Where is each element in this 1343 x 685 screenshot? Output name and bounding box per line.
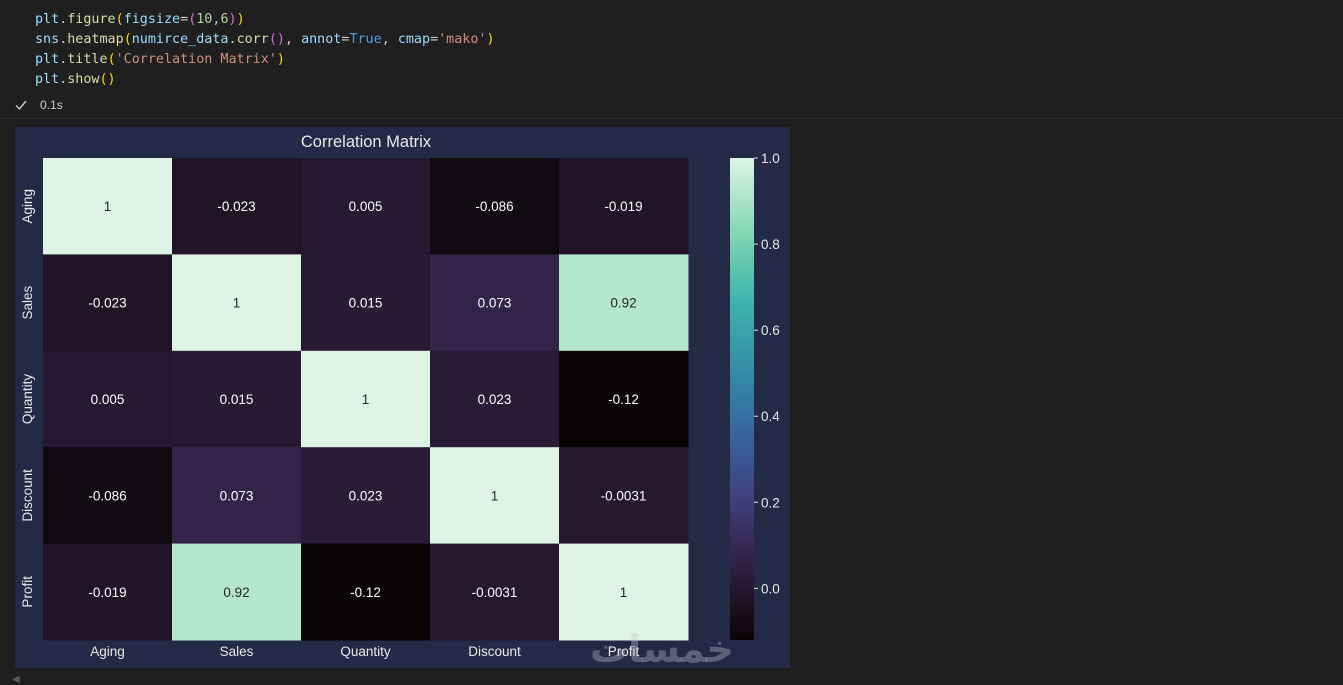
y-tick-label: Quantity — [20, 374, 35, 425]
code-token: . — [228, 32, 237, 47]
x-tick-label: Discount — [468, 644, 521, 659]
x-tick-label: Quantity — [340, 644, 391, 659]
code-token: title — [67, 52, 108, 67]
heatmap-svg: 1 -0.023 0.005 -0.086 -0.019 -0.023 1 0.015 0.07… — [20, 151, 780, 659]
colorbar-tick-label: 0.4 — [761, 409, 780, 424]
watermark-logo: خمسات — [590, 627, 735, 671]
code-line: sns.heatmap(numirce_data.corr(), annot=T… — [35, 30, 495, 50]
code-token: , — [284, 32, 302, 47]
x-tick-label: Aging — [90, 644, 125, 659]
y-tick-label: Sales — [20, 285, 35, 319]
code-token: = — [180, 12, 189, 27]
code-line: plt.show() — [35, 70, 495, 90]
code-token: figure — [67, 12, 116, 27]
code-token: heatmap — [67, 32, 124, 47]
code-token: 10 — [196, 12, 213, 27]
heatmap-figure: Correlation Matrix 1 -0.023 0.005 -0.086 -0.… — [15, 127, 790, 668]
cell-annotation: 0.92 — [223, 585, 249, 600]
code-token: ( — [115, 12, 124, 27]
cell-annotation: -0.086 — [475, 199, 513, 214]
cell-annotation: 1 — [620, 585, 628, 600]
code-token: plt — [35, 72, 60, 87]
cell-annotation: 0.005 — [91, 392, 125, 407]
cell-annotation: -0.12 — [608, 392, 639, 407]
code-token: True — [349, 32, 382, 47]
colorbar-tick-label: 0.2 — [761, 495, 780, 510]
code-line: plt.figure(figsize=(10,6)) — [35, 10, 495, 30]
cell-annotation: 0.023 — [478, 392, 512, 407]
code-token: ) — [276, 52, 285, 67]
check-icon — [15, 100, 27, 111]
cell-annotation: 0.015 — [349, 296, 383, 311]
cell-annotation: -0.019 — [88, 585, 126, 600]
code-editor[interactable]: plt.figure(figsize=(10,6)) sns.heatmap(nu… — [35, 10, 495, 90]
colorbar-tick-label: 1.0 — [761, 151, 780, 166]
cell-annotation: 0.023 — [349, 488, 383, 503]
code-token: , — [381, 32, 398, 47]
cell-annotation: -0.12 — [350, 585, 381, 600]
cell-annotation: -0.086 — [88, 488, 126, 503]
code-token: plt — [35, 52, 60, 67]
colorbar — [730, 158, 754, 640]
x-tick-label: Sales — [220, 644, 254, 659]
code-token: cmap — [397, 32, 431, 47]
code-token: () — [268, 32, 285, 47]
cell-annotation: -0.0031 — [601, 488, 647, 503]
code-token: numirce_data — [131, 32, 229, 47]
cell-annotation: -0.023 — [217, 199, 255, 214]
code-line: plt.title('Correlation Matrix') — [35, 50, 495, 70]
colorbar-tick-label: 0.6 — [761, 323, 780, 338]
cell-annotation: 1 — [491, 488, 499, 503]
code-token: annot — [301, 32, 342, 47]
code-token: corr — [236, 32, 269, 47]
code-token: 6 — [220, 12, 229, 27]
cell-annotation: 0.015 — [220, 392, 254, 407]
cell-annotation: 0.073 — [220, 488, 254, 503]
code-token: figsize — [123, 12, 181, 27]
cell-annotation: -0.019 — [604, 199, 642, 214]
scroll-left-arrow-icon[interactable]: ◀ — [12, 674, 20, 685]
code-token: 'Correlation Matrix' — [115, 52, 277, 67]
code-token: = — [430, 32, 439, 47]
cell-annotation: 0.92 — [610, 296, 636, 311]
execution-duration: 0.1s — [40, 98, 63, 112]
code-token: ) — [486, 32, 495, 47]
cell-annotation: -0.023 — [88, 296, 126, 311]
code-token: ( — [107, 52, 116, 67]
cell-annotation: 1 — [233, 296, 241, 311]
cell-annotation: 0.073 — [478, 296, 512, 311]
execution-status: 0.1s — [14, 96, 63, 114]
code-token: 'mako' — [438, 32, 487, 47]
code-token: ) — [228, 12, 237, 27]
y-tick-label: Aging — [20, 189, 35, 224]
cell-annotation: 1 — [104, 199, 112, 214]
code-token: ) — [236, 12, 245, 27]
cell-annotation: 1 — [362, 392, 370, 407]
colorbar-tick-label: 0.8 — [761, 237, 780, 252]
code-token: () — [99, 72, 116, 87]
code-token: sns — [35, 32, 60, 47]
code-cell[interactable]: plt.figure(figsize=(10,6)) sns.heatmap(nu… — [0, 0, 1343, 118]
cell-annotation: 0.005 — [349, 199, 383, 214]
cell-annotation: -0.0031 — [472, 585, 518, 600]
y-tick-label: Discount — [20, 469, 35, 522]
code-token: ( — [123, 32, 132, 47]
y-tick-label: Profit — [20, 576, 35, 608]
code-token: plt — [35, 12, 60, 27]
colorbar-tick-label: 0.0 — [761, 581, 780, 596]
code-token: show — [67, 72, 100, 87]
